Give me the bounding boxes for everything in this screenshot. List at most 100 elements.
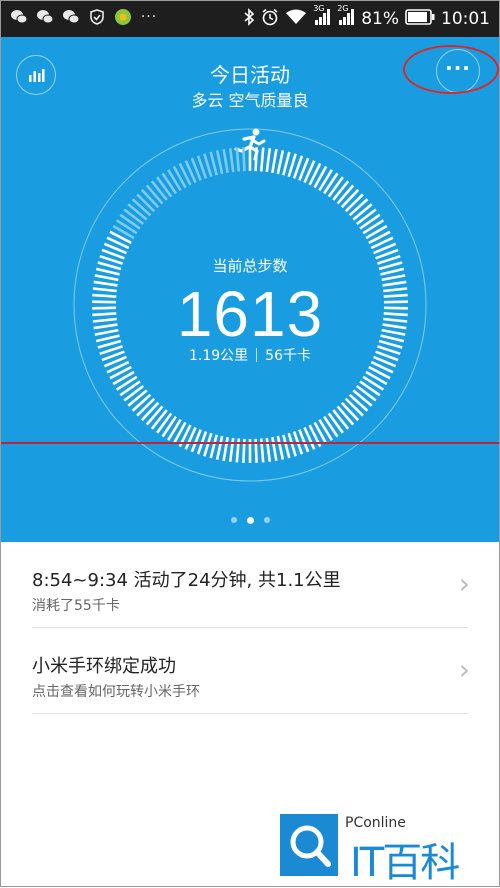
step-count: 1613 (176, 278, 324, 350)
ring-tick (352, 203, 373, 221)
ring-tick (348, 393, 369, 412)
wifi-icon (285, 9, 307, 30)
signal-2g: 2G (337, 4, 355, 31)
list-item[interactable]: 8:54~9:34 活动了24分钟, 共1.1公里 消耗了55千卡 › (0, 542, 500, 628)
app-icon (114, 8, 132, 26)
ring-tick (276, 150, 285, 175)
ring-tick (271, 436, 278, 462)
ring-tick (209, 151, 218, 176)
ring-tick (332, 180, 350, 201)
ring-tick (332, 409, 350, 430)
ring-tick (344, 397, 364, 417)
ring-tick (348, 198, 369, 217)
calories-value: 56千卡 (265, 348, 311, 364)
page-dot[interactable] (263, 517, 270, 523)
substats-divider (256, 348, 258, 362)
ring-tick (362, 375, 385, 391)
chevron-right-icon: › (458, 567, 470, 600)
alarm-icon (261, 8, 279, 31)
ring-tick (323, 415, 339, 438)
list-item-subtitle: 点击查看如何玩转小米手环 (32, 684, 200, 700)
ring-tick (344, 193, 364, 213)
page-indicator (0, 517, 500, 524)
ring-tick (282, 434, 291, 459)
divider (32, 713, 468, 714)
ring-tick (119, 380, 141, 397)
shield-check-icon (88, 8, 106, 26)
ring-tick (235, 147, 241, 172)
ring-tick (127, 389, 148, 407)
ring-tick (115, 375, 138, 391)
activity-list: 8:54~9:34 活动了24分钟, 共1.1公里 消耗了55千卡 › 小米手环… (0, 542, 500, 714)
status-right: 3G 2G 81% 10:01 (243, 4, 490, 33)
ring-tick (282, 151, 291, 176)
wechat-icon (10, 8, 28, 26)
ring-tick (145, 184, 164, 205)
status-bar: ··· 3G 2G 81% 10:01 (0, 0, 500, 37)
page-dot[interactable] (246, 517, 254, 524)
chevron-right-icon: › (458, 653, 470, 686)
ring-tick (123, 208, 145, 226)
wechat-icon (36, 8, 54, 26)
ring-tick (355, 384, 377, 402)
watermark-name: IT百科 (350, 840, 460, 886)
ring-tick (336, 184, 355, 205)
ring-tick (327, 176, 344, 198)
ring-tick (150, 180, 168, 201)
ring-tick (119, 213, 141, 230)
ring-tick (156, 412, 173, 434)
ring-tick (271, 148, 278, 174)
ring-tick (340, 188, 360, 209)
ring-tick (323, 172, 339, 195)
distance-value: 1.19公里 (189, 348, 249, 364)
list-item-title: 小米手环绑定成功 (32, 656, 176, 677)
ring-tick (327, 412, 344, 434)
ring-tick (161, 415, 177, 438)
search-logo-icon (280, 814, 338, 876)
ring-tick (156, 176, 173, 198)
activity-hero: 今日活动 多云 空气质量良 ··· 当前总步数 1613 1.19公里 56千卡 (0, 37, 500, 542)
ring-tick (215, 435, 224, 460)
page-dot[interactable] (230, 517, 237, 523)
more-icon: ··· (140, 9, 158, 25)
ring-tick (352, 389, 373, 407)
ring-tick (359, 380, 381, 397)
ring-tick (131, 198, 152, 217)
ring-tick (254, 147, 258, 172)
ring-tick (161, 172, 177, 195)
watermark-brand: PConline (345, 815, 406, 831)
ring-tick (140, 188, 160, 209)
ring-tick (145, 405, 164, 426)
ring-tick (259, 147, 265, 172)
ring-tick (228, 148, 235, 173)
ring-tick (276, 435, 285, 460)
ring-tick (131, 393, 152, 412)
total-steps-label: 当前总步数 (212, 257, 288, 275)
list-item-title: 8:54~9:34 活动了24分钟, 共1.1公里 (32, 570, 341, 591)
ring-tick (136, 193, 156, 213)
watermark: PConline IT百科 (275, 812, 475, 886)
ring-tick (209, 434, 218, 459)
list-item[interactable]: 小米手环绑定成功 点击查看如何玩转小米手环 › (0, 628, 500, 714)
ring-tick (136, 397, 156, 417)
battery-icon (405, 8, 435, 30)
annotation-circle (403, 45, 499, 94)
annotation-line (0, 442, 500, 444)
ring-tick (123, 384, 145, 402)
signal-3g: 3G (313, 4, 331, 31)
ring-tick (340, 401, 360, 422)
clock: 10:01 (441, 9, 490, 29)
ring-tick (150, 409, 168, 430)
ring-tick (215, 150, 224, 175)
ring-tick (222, 148, 229, 174)
ring-tick (115, 219, 138, 235)
ring-tick (359, 213, 381, 230)
ring-tick (336, 405, 355, 426)
ring-tick (265, 148, 272, 173)
wechat-icon (62, 8, 80, 26)
battery-percent: 81% (361, 9, 399, 29)
ring-tick (242, 147, 246, 172)
weather-subtitle: 多云 空气质量良 (191, 91, 309, 110)
ring-tick (140, 401, 160, 422)
ring-tick (355, 208, 377, 226)
